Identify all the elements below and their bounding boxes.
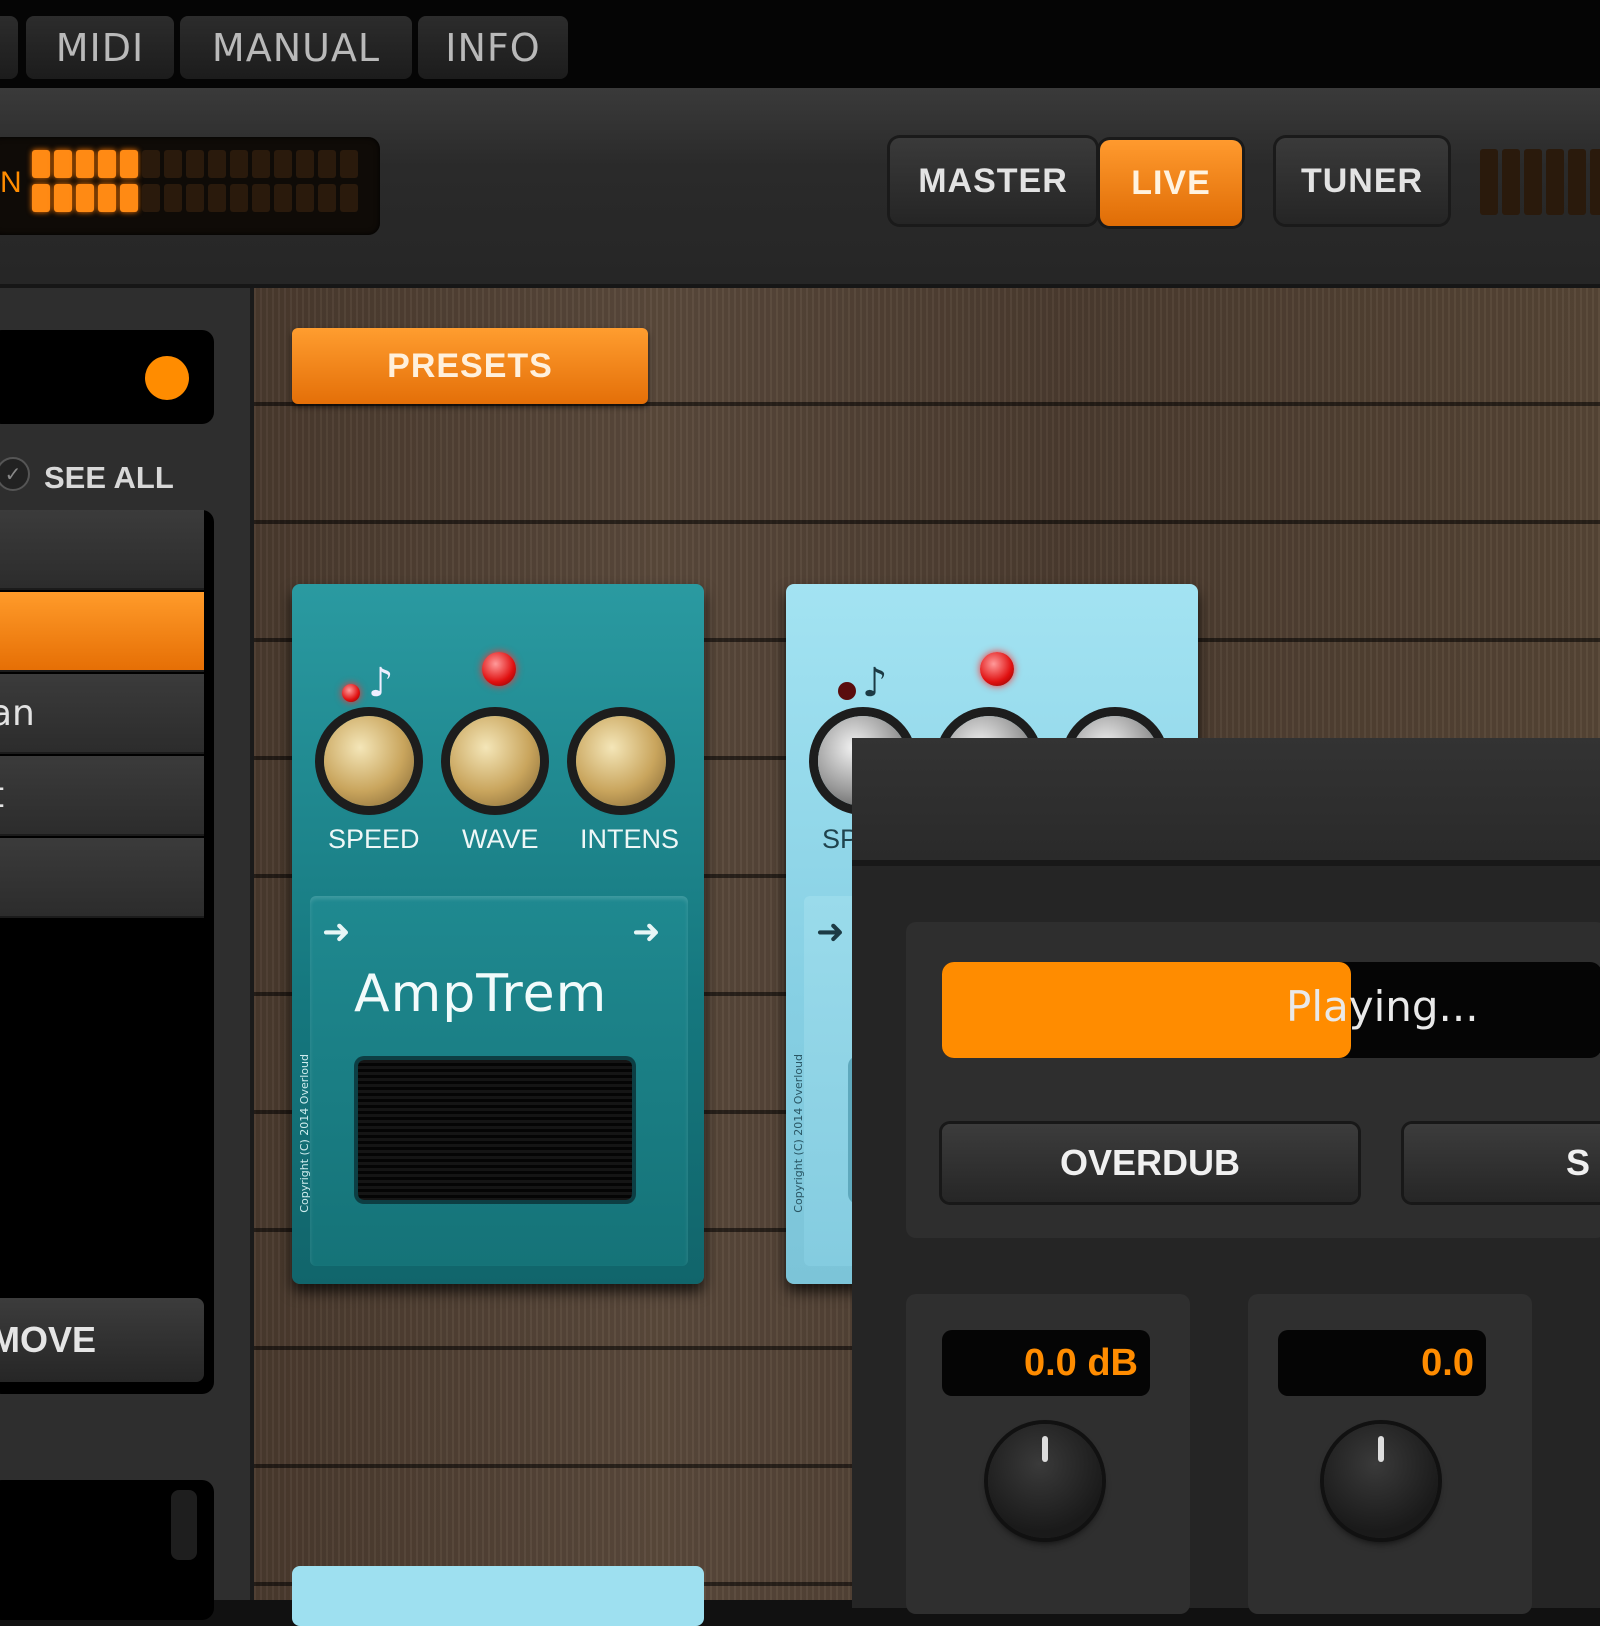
meter-segment [252, 184, 270, 212]
footswitch[interactable] [358, 1060, 632, 1200]
intens-label: INTENS [580, 824, 680, 854]
list-item-selected[interactable] [0, 592, 204, 672]
meter-segment [54, 150, 72, 178]
meter-segment [54, 184, 72, 212]
second-transport-button[interactable]: S [1404, 1124, 1600, 1202]
list-item[interactable] [0, 510, 204, 590]
meter-segment [340, 184, 358, 212]
list-item[interactable] [0, 838, 204, 918]
pedal-led-icon [980, 652, 1014, 686]
meter-segment [318, 184, 336, 212]
copyright-text: Copyright (C) 2014 Overloud [792, 1054, 805, 1213]
amptrem-pedal[interactable]: ♪ SPEED WAVE INTENS ➜ ➜ AmpTrem Copyrigh… [292, 584, 704, 1284]
menu-item-hidden[interactable] [0, 16, 18, 79]
wave-knob[interactable] [450, 716, 540, 806]
meter-segment [98, 150, 116, 178]
meter-segment [142, 150, 160, 178]
tuner-meter-segment [1480, 149, 1498, 215]
speed-label: SPEED [328, 824, 420, 854]
meter-segment [318, 150, 336, 178]
meter-segment [32, 184, 50, 212]
meter-segment [120, 184, 138, 212]
menu-item-manual[interactable]: MANUAL [180, 16, 412, 79]
menu-item-info[interactable]: INFO [418, 16, 568, 79]
meter-segment [208, 184, 226, 212]
pan-readout: 0.0 [1278, 1330, 1486, 1396]
loop-status-text: Playing... [1286, 982, 1479, 1031]
meter-segment [120, 150, 138, 178]
pedal-name: AmpTrem [354, 964, 608, 1024]
level-knob[interactable] [988, 1424, 1102, 1538]
list-item[interactable]: an [0, 674, 204, 754]
meter-segment [76, 150, 94, 178]
wave-label: WAVE [462, 824, 539, 854]
meter-segment [274, 150, 292, 178]
meter-segment [186, 150, 204, 178]
output-arrow-icon: ➜ [632, 912, 661, 952]
meter-segment [230, 184, 248, 212]
intens-knob[interactable] [576, 716, 666, 806]
tuner-meter-segment [1546, 149, 1564, 215]
tuner-meter-segment [1524, 149, 1542, 215]
top-menu-bar: MIDI MANUAL INFO [0, 0, 1600, 88]
list-item-label: t [0, 775, 4, 816]
meter-segment [296, 150, 314, 178]
scrollbar[interactable] [171, 1490, 197, 1560]
level-readout: 0.0 dB [942, 1330, 1150, 1396]
input-arrow-icon: ➜ [816, 912, 845, 952]
copyright-text: Copyright (C) 2014 Overloud [298, 1054, 311, 1213]
status-dot-icon [145, 356, 189, 400]
music-note-icon: ♪ [862, 660, 888, 706]
see-all-label: SEE ALL [44, 460, 174, 495]
meter-segment [296, 184, 314, 212]
menu-item-midi[interactable]: MIDI [26, 16, 174, 79]
tuner-meter [1480, 145, 1600, 225]
tuner-meter-segment [1568, 149, 1586, 215]
sync-led-icon [838, 682, 856, 700]
looper-title-bar[interactable] [852, 738, 1600, 866]
overdub-button[interactable]: OVERDUB [942, 1124, 1358, 1202]
tuner-meter-segment [1590, 149, 1600, 215]
remove-button[interactable]: MOVE [0, 1298, 204, 1382]
list-item[interactable]: t [0, 756, 204, 836]
meter-segment [142, 184, 160, 212]
meter-segment [164, 150, 182, 178]
list-item-label: an [0, 692, 35, 734]
meter-segment [32, 150, 50, 178]
tuner-button[interactable]: TUNER [1276, 138, 1448, 224]
presets-button[interactable]: PRESETS [292, 328, 648, 404]
live-button[interactable]: LIVE [1100, 140, 1242, 226]
third-pedal[interactable] [292, 1566, 704, 1626]
input-meter-label: N [0, 166, 22, 199]
music-note-icon: ♪ [368, 660, 394, 706]
master-button[interactable]: MASTER [890, 138, 1096, 224]
pedal-led-icon [482, 652, 516, 686]
speed-knob[interactable] [324, 716, 414, 806]
meter-segment [274, 184, 292, 212]
pan-knob[interactable] [1324, 1424, 1438, 1538]
meter-segment [252, 150, 270, 178]
meter-segment [340, 150, 358, 178]
meter-segment [208, 150, 226, 178]
sync-led-icon [342, 684, 360, 702]
meter-segment [186, 184, 204, 212]
meter-segment [230, 150, 248, 178]
tuner-meter-segment [1502, 149, 1520, 215]
meter-segment [98, 184, 116, 212]
meter-segment [164, 184, 182, 212]
meter-segment [76, 184, 94, 212]
input-arrow-icon: ➜ [322, 912, 351, 952]
